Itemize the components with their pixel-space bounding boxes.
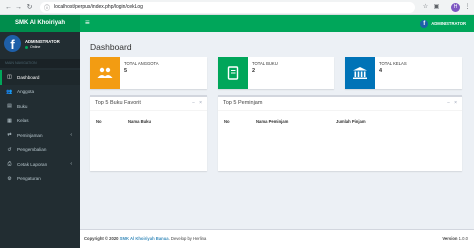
sidebar-menu: ◫ Dashboard 👥 Anggota ▤ Buku ▦ Kelas ⇄ P…: [0, 70, 80, 186]
chevron-left-icon: ‹: [70, 161, 72, 168]
footer: Copyright © 2020 SMK Al Khoiriyah Banua.…: [80, 229, 474, 248]
close-icon[interactable]: ×: [454, 100, 457, 106]
stat-card-anggota: TOTAL ANGGOTA 5: [90, 57, 207, 89]
app-logo[interactable]: SMK Al Khoiriyah: [0, 15, 80, 32]
print-icon: ⎙: [7, 161, 12, 168]
box-tools: − ×: [188, 100, 202, 106]
sidebar-item-kelas[interactable]: ▦ Kelas: [0, 114, 80, 129]
sidebar-item-pengaturan[interactable]: ⚙ Pengaturan: [0, 172, 80, 187]
stat-label: TOTAL ANGGOTA: [124, 61, 159, 66]
profile-avatar[interactable]: H: [451, 3, 460, 12]
facebook-avatar-icon: f: [4, 35, 21, 52]
book-icon: ▤: [7, 103, 12, 110]
online-dot-icon: [25, 45, 28, 49]
org-link[interactable]: SMK Al Khoiriyah Banua: [120, 236, 169, 241]
footer-copyright: Copyright © 2020 SMK Al Khoiriyah Banua.…: [84, 236, 206, 241]
nav-section-header: MAIN NAVIGATION: [0, 59, 80, 68]
class-icon: ▦: [7, 117, 12, 124]
online-status: Online: [25, 45, 40, 49]
box-title: Top 5 Peminjam: [223, 100, 263, 106]
stat-value: 2: [252, 68, 256, 74]
building-icon: [345, 57, 375, 89]
page-title: Dashboard: [90, 42, 132, 52]
status-label: Online: [30, 45, 41, 49]
users-icon: 👥: [6, 88, 13, 95]
sidebar-item-label: Buku: [17, 103, 28, 109]
sidebar-item-pengembalian[interactable]: ↺ Pengembalian: [0, 143, 80, 158]
top-borrowers-box: Top 5 Peminjam − × No Nama Peminjam Jumla…: [218, 95, 462, 171]
box-divider: [218, 110, 462, 111]
facebook-icon: f: [420, 19, 429, 28]
return-icon: ↺: [7, 146, 12, 153]
sidebar-item-label: Pengaturan: [17, 176, 41, 182]
close-icon[interactable]: ×: [199, 100, 202, 106]
top-navbar: ≡ f ADMINISTRATOR: [80, 15, 474, 32]
user-panel: f ADMINISTRATOR Online: [0, 32, 80, 58]
url-text: localhost/perpus/index.php/login/cekLog: [54, 4, 143, 10]
loan-icon: ⇄: [7, 132, 12, 139]
gear-icon: ⚙: [7, 175, 12, 182]
stat-label: TOTAL BUKU: [252, 61, 278, 66]
sidebar-item-label: Pengembalian: [17, 147, 47, 153]
book-icon: [218, 57, 248, 89]
info-icon[interactable]: ⓘ: [44, 3, 50, 12]
address-bar[interactable]: ⓘ localhost/perpus/index.php/login/cekLo…: [40, 2, 415, 13]
dashboard-icon: ◫: [7, 74, 12, 81]
sidebar-item-peminjaman[interactable]: ⇄ Peminjaman ‹: [0, 128, 80, 143]
version-label: Version: [442, 236, 458, 241]
developer-text: . Develop by Herlina: [168, 236, 207, 241]
sidebar-item-label: Kelas: [17, 118, 29, 124]
box-divider: [90, 110, 207, 111]
table-header-no: No: [96, 119, 102, 124]
reload-icon[interactable]: ↻: [25, 3, 34, 12]
sidebar-item-buku[interactable]: ▤ Buku: [0, 99, 80, 114]
chevron-left-icon: ‹: [70, 132, 72, 139]
sidebar-item-dashboard[interactable]: ◫ Dashboard: [0, 70, 80, 85]
minimize-icon[interactable]: −: [447, 100, 450, 106]
stat-label: TOTAL KELAS: [379, 61, 407, 66]
sidebar-item-anggota[interactable]: 👥 Anggota: [0, 85, 80, 100]
user-menu-label: ADMINISTRATOR: [431, 21, 466, 26]
forward-icon[interactable]: →: [14, 3, 23, 12]
stat-card-buku: TOTAL BUKU 2: [218, 57, 334, 89]
sidebar: f ADMINISTRATOR Online MAIN NAVIGATION ◫…: [0, 32, 80, 248]
table-header-no: No: [224, 119, 230, 124]
user-menu[interactable]: f ADMINISTRATOR: [420, 18, 466, 29]
stat-card-kelas: TOTAL KELAS 4: [345, 57, 462, 89]
back-icon[interactable]: ←: [4, 3, 13, 12]
sidebar-item-cetak-laporan[interactable]: ⎙ Cetak Laporan ‹: [0, 157, 80, 172]
menu-dots-icon[interactable]: ⋮: [463, 3, 472, 12]
sidebar-user-name: ADMINISTRATOR: [25, 39, 60, 44]
users-icon: [90, 57, 120, 89]
sidebar-item-label: Peminjaman: [17, 132, 43, 138]
box-tools: − ×: [443, 100, 457, 106]
stat-value: 4: [379, 68, 383, 74]
version-number: 1.0.0: [458, 236, 468, 241]
table-header-jumlah-pinjam: Jumlah Pinjam: [336, 119, 366, 124]
extension-icon[interactable]: ▣: [432, 3, 441, 12]
hamburger-icon[interactable]: ≡: [85, 18, 90, 28]
table-header-nama-buku: Nama Buku: [128, 119, 152, 124]
table-header-nama-peminjam: Nama Peminjam: [256, 119, 289, 124]
top-books-box: Top 5 Buku Favorit − × No Nama Buku: [90, 95, 207, 171]
minimize-icon[interactable]: −: [192, 100, 195, 106]
copyright-text: Copyright © 2020: [84, 236, 119, 241]
box-title: Top 5 Buku Favorit: [95, 100, 141, 106]
sidebar-item-label: Anggota: [17, 89, 35, 95]
stat-value: 5: [124, 68, 128, 74]
sidebar-item-label: Cetak Laporan: [17, 161, 48, 167]
star-icon[interactable]: ☆: [421, 3, 430, 12]
browser-toolbar: ← → ↻ ⓘ localhost/perpus/index.php/login…: [0, 0, 474, 15]
sidebar-item-label: Dashboard: [17, 74, 40, 80]
footer-version: Version 1.0.0: [442, 236, 468, 241]
